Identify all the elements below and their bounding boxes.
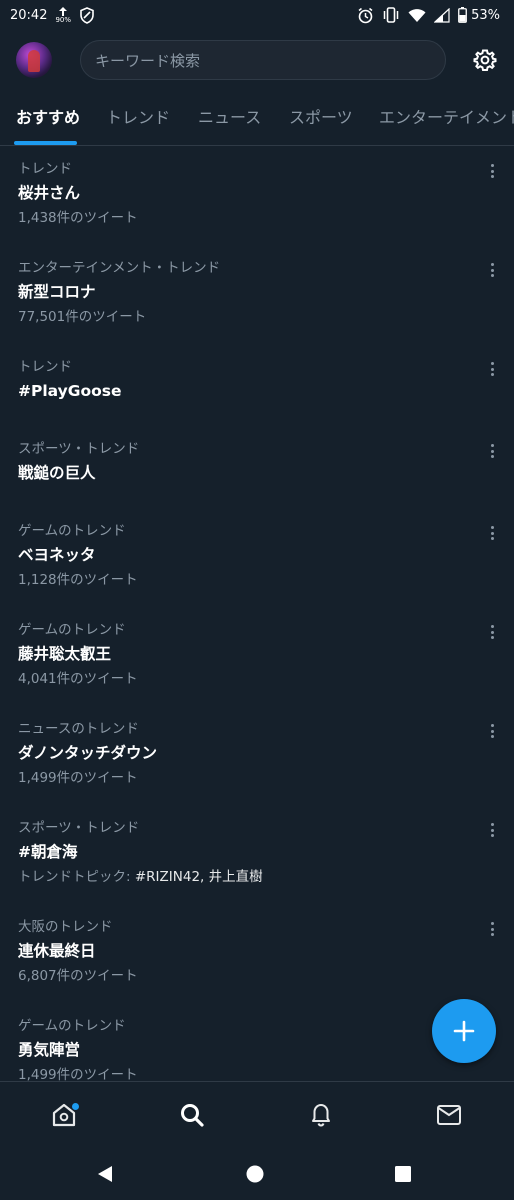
more-options-icon[interactable] (484, 261, 500, 279)
trend-title: 藤井聡太叡王 (18, 645, 112, 663)
trend-tweet-count: 1,128件のツイート (18, 572, 138, 588)
trend-category: トレンド (18, 359, 72, 375)
more-options-icon[interactable] (484, 722, 500, 740)
battery-icon (458, 7, 467, 23)
trend-category: スポーツ・トレンド (18, 820, 140, 836)
trend-item[interactable]: スポーツ・トレンド #朝倉海 トレンドトピック: #RIZIN42, 井上直樹 (0, 817, 514, 889)
notification-dot (72, 1103, 79, 1110)
status-bar-left: 20:42 90% (10, 6, 95, 24)
trend-title: 連休最終日 (18, 942, 96, 960)
signal-icon (434, 7, 450, 23)
status-bar-right: 53% (357, 7, 500, 24)
trend-category: エンターテインメント・トレンド (18, 260, 221, 276)
more-options-icon[interactable] (484, 360, 500, 378)
avatar[interactable] (16, 42, 52, 78)
trend-item[interactable]: トレンド 桜井さん 1,438件のツイート (0, 158, 514, 230)
vibrate-icon (383, 7, 399, 23)
search-input[interactable]: キーワード検索 (80, 40, 446, 80)
home-circle-icon[interactable] (230, 1147, 280, 1200)
system-nav-bar (0, 1147, 514, 1200)
trend-tweet-count: 77,501件のツイート (18, 309, 147, 325)
top-bar: キーワード検索 (0, 30, 514, 90)
bottom-nav (0, 1081, 514, 1147)
status-time: 20:42 (10, 7, 48, 23)
trend-title: 桜井さん (18, 184, 81, 202)
bell-icon (312, 1104, 330, 1127)
more-options-icon[interactable] (484, 524, 500, 542)
trend-title: ダノンタッチダウン (18, 744, 158, 762)
trend-item[interactable]: ニュースのトレンド ダノンタッチダウン 1,499件のツイート (0, 718, 514, 790)
search-placeholder: キーワード検索 (95, 51, 201, 70)
trend-topics: トレンドトピック: #RIZIN42, 井上直樹 (18, 865, 514, 889)
trend-tweet-count: 6,807件のツイート (18, 968, 138, 984)
more-options-icon[interactable] (484, 162, 500, 180)
nav-notifications[interactable] (291, 1082, 351, 1148)
trend-title: #PlayGoose (18, 382, 122, 400)
trend-category: スポーツ・トレンド (18, 441, 140, 457)
trend-category: ゲームのトレンド (18, 523, 126, 539)
nav-home[interactable] (34, 1082, 94, 1148)
alarm-icon (358, 7, 373, 23)
tab-entertainment[interactable]: エンターテイメント (379, 90, 514, 145)
nav-messages[interactable] (419, 1082, 479, 1148)
trend-topics-label: トレンドトピック: (18, 869, 131, 885)
trend-tweet-count: 4,041件のツイート (18, 671, 138, 687)
more-options-icon[interactable] (484, 442, 500, 460)
settings-gear-icon[interactable] (472, 47, 498, 73)
back-icon[interactable] (80, 1147, 130, 1200)
trend-item[interactable]: 大阪のトレンド 連休最終日 6,807件のツイート (0, 916, 514, 988)
tab-sports[interactable]: スポーツ (289, 90, 353, 145)
search-icon (181, 1104, 204, 1127)
trend-category: 大阪のトレンド (18, 919, 113, 935)
trend-title: 新型コロナ (18, 283, 96, 301)
active-tab-indicator (14, 141, 77, 145)
more-options-icon[interactable] (484, 920, 500, 938)
tab-news[interactable]: ニュース (198, 90, 261, 145)
trend-title: 戦鎚の巨人 (18, 464, 96, 482)
trend-tweet-count: 1,499件のツイート (18, 770, 138, 786)
status-bar: 20:42 90% 53% (0, 0, 514, 30)
trend-category: トレンド (18, 161, 72, 177)
trend-item[interactable]: エンターテインメント・トレンド 新型コロナ 77,501件のツイート (0, 257, 514, 329)
trend-tweet-count: 1,438件のツイート (18, 210, 138, 226)
more-options-icon[interactable] (484, 623, 500, 641)
battery: 53% (458, 7, 500, 23)
trend-title: #朝倉海 (18, 843, 78, 861)
tab-trending[interactable]: トレンド (106, 90, 170, 145)
compose-button[interactable] (432, 999, 496, 1063)
trend-item[interactable]: ゲームのトレンド 藤井聡太叡王 4,041件のツイート (0, 619, 514, 691)
recents-icon[interactable] (378, 1147, 428, 1200)
trend-item[interactable]: ゲームのトレンド ベヨネッタ 1,128件のツイート (0, 520, 514, 592)
nav-search[interactable] (162, 1082, 222, 1148)
wifi-icon (408, 8, 426, 22)
trend-category: ニュースのトレンド (18, 721, 139, 737)
tab-recommended[interactable]: おすすめ (16, 90, 80, 145)
trend-list: トレンド 桜井さん 1,438件のツイート エンターテインメント・トレンド 新型… (0, 147, 514, 1081)
trend-item[interactable]: スポーツ・トレンド 戦鎚の巨人 (0, 438, 514, 486)
data-arrows-icon (59, 6, 68, 16)
trend-title: ベヨネッタ (18, 546, 96, 564)
explore-tabs: おすすめ トレンド ニュース スポーツ エンターテイメント (0, 90, 514, 146)
battery-percent: 53% (471, 7, 500, 23)
trend-item[interactable]: トレンド #PlayGoose (0, 356, 514, 404)
shield-icon (80, 6, 94, 24)
plus-icon (453, 1020, 475, 1042)
more-options-icon[interactable] (484, 821, 500, 839)
trend-category: ゲームのトレンド (18, 622, 126, 638)
mail-icon (437, 1105, 461, 1125)
data-saver-percent: 90% (55, 15, 72, 24)
data-saver-indicator: 90% (55, 6, 72, 24)
trend-topics-values: #RIZIN42, 井上直樹 (134, 869, 263, 885)
trend-tweet-count: 1,499件のツイート (18, 1067, 138, 1081)
